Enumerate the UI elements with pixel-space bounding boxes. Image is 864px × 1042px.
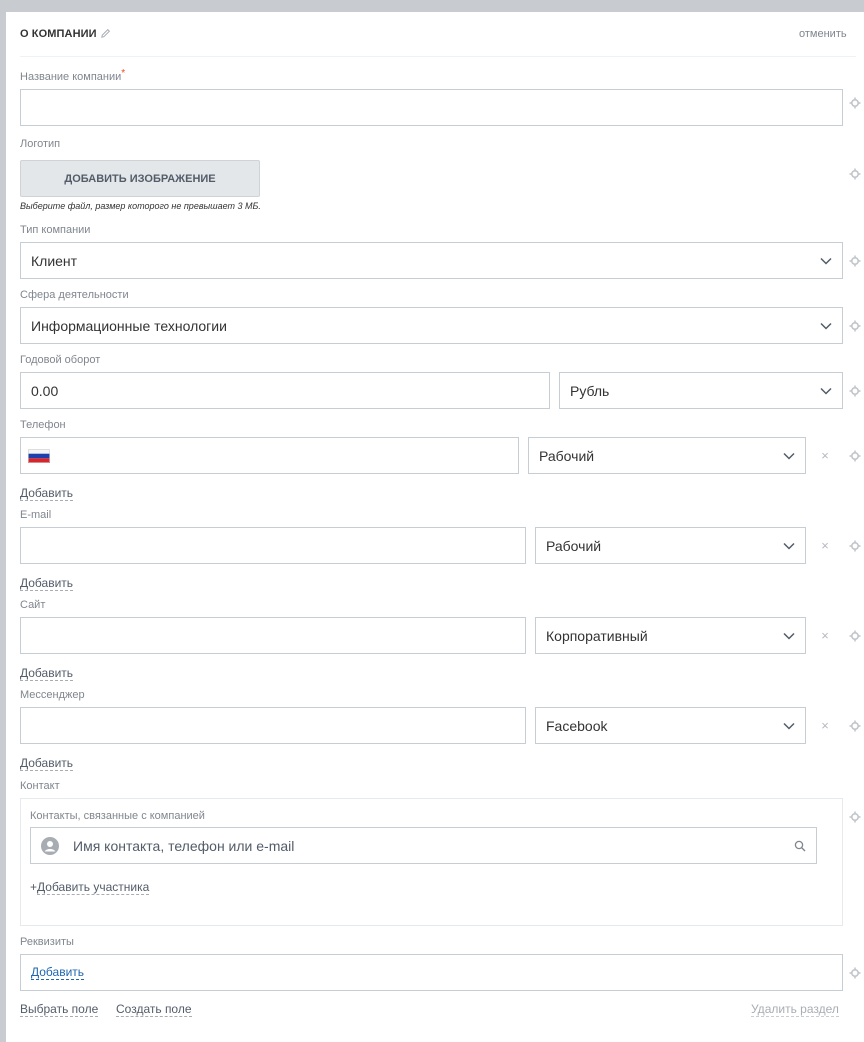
phone-type-select[interactable]: Рабочий xyxy=(528,437,806,474)
section-title: О КОМПАНИИ xyxy=(20,28,97,40)
revenue-input[interactable]: 0.00 xyxy=(20,372,550,409)
gear-icon[interactable] xyxy=(849,450,861,462)
industry-select[interactable]: Информационные технологии xyxy=(20,307,843,344)
delete-section-link[interactable]: Удалить раздел xyxy=(751,1002,839,1017)
requisites-box: Добавить xyxy=(20,954,843,991)
chevron-down-icon xyxy=(820,387,832,395)
contact-label: Контакт xyxy=(20,780,60,792)
avatar-icon xyxy=(41,836,59,855)
chevron-down-icon xyxy=(783,452,795,460)
select-field-link[interactable]: Выбрать поле xyxy=(20,1002,99,1017)
gear-icon[interactable] xyxy=(849,168,861,180)
revenue-label: Годовой оборот xyxy=(20,354,101,366)
search-icon[interactable] xyxy=(794,840,806,852)
add-requisites-link[interactable]: Добавить xyxy=(31,965,85,980)
gear-icon[interactable] xyxy=(849,320,861,332)
company-name-label: Название компании* xyxy=(20,68,126,83)
header-divider xyxy=(20,56,856,57)
add-messenger-link[interactable]: Добавить xyxy=(20,756,74,771)
remove-email-icon[interactable]: × xyxy=(820,539,830,552)
site-type-select[interactable]: Корпоративный xyxy=(535,617,806,654)
gear-icon[interactable] xyxy=(849,255,861,267)
contact-box-label: Контакты, связанные с компанией xyxy=(30,810,205,822)
contact-search-input[interactable]: Имя контакта, телефон или e-mail xyxy=(30,827,817,864)
phone-label: Телефон xyxy=(20,419,66,431)
gear-icon[interactable] xyxy=(849,97,861,109)
company-type-select[interactable]: Клиент xyxy=(20,242,843,279)
gear-icon[interactable] xyxy=(849,385,861,397)
gear-icon[interactable] xyxy=(849,811,861,823)
site-input[interactable] xyxy=(20,617,526,654)
chevron-down-icon xyxy=(820,257,832,265)
company-type-label: Тип компании xyxy=(20,224,91,236)
email-input[interactable] xyxy=(20,527,526,564)
phone-input[interactable] xyxy=(20,437,519,474)
gear-icon[interactable] xyxy=(849,630,861,642)
site-label: Сайт xyxy=(20,599,46,611)
remove-messenger-icon[interactable]: × xyxy=(820,719,830,732)
required-mark: * xyxy=(121,68,126,79)
contact-placeholder: Имя контакта, телефон или e-mail xyxy=(73,837,295,854)
chevron-down-icon xyxy=(820,322,832,330)
messenger-input[interactable] xyxy=(20,707,526,744)
russia-flag-icon[interactable] xyxy=(28,448,50,463)
add-image-button[interactable]: ДОБАВИТЬ ИЗОБРАЖЕНИЕ xyxy=(20,160,260,197)
chevron-down-icon xyxy=(783,722,795,730)
logo-label: Логотип xyxy=(20,138,61,150)
pencil-icon[interactable] xyxy=(100,28,111,39)
remove-site-icon[interactable]: × xyxy=(820,629,830,642)
email-type-select[interactable]: Рабочий xyxy=(535,527,806,564)
currency-select[interactable]: Рубль xyxy=(559,372,843,409)
industry-label: Сфера деятельности xyxy=(20,289,129,301)
logo-hint: Выберите файл, размер которого не превыш… xyxy=(20,201,261,211)
messenger-label: Мессенджер xyxy=(20,689,85,701)
gear-icon[interactable] xyxy=(849,540,861,552)
plus-icon: + xyxy=(30,880,38,894)
add-email-link[interactable]: Добавить xyxy=(20,576,74,591)
gear-icon[interactable] xyxy=(849,720,861,732)
cancel-link[interactable]: отменить xyxy=(799,28,847,40)
gear-icon[interactable] xyxy=(849,967,861,979)
email-label: E-mail xyxy=(20,509,52,521)
create-field-link[interactable]: Создать поле xyxy=(116,1002,192,1017)
requisites-label: Реквизиты xyxy=(20,936,74,948)
remove-phone-icon[interactable]: × xyxy=(820,449,830,462)
company-name-input[interactable] xyxy=(20,89,843,126)
add-site-link[interactable]: Добавить xyxy=(20,666,74,681)
chevron-down-icon xyxy=(783,632,795,640)
chevron-down-icon xyxy=(783,542,795,550)
add-phone-link[interactable]: Добавить xyxy=(20,486,74,501)
messenger-type-select[interactable]: Facebook xyxy=(535,707,806,744)
add-member-link[interactable]: +Добавить участника xyxy=(30,880,150,895)
